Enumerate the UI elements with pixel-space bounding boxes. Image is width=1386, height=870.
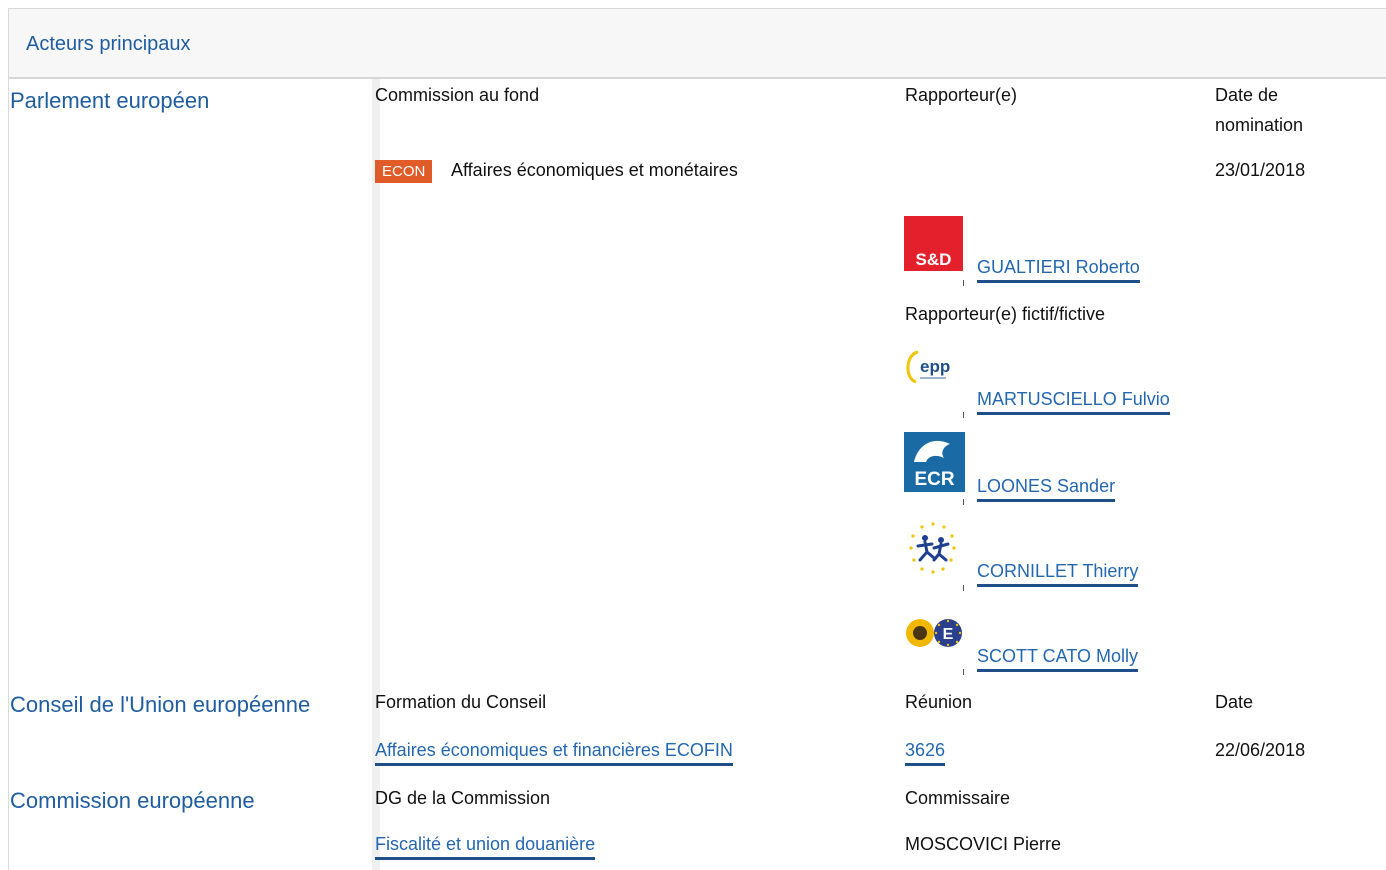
date-header-line2: nomination <box>1215 115 1304 135</box>
logo-marker <box>963 585 964 591</box>
council-date-header: Date <box>1215 692 1254 712</box>
shadow-rapporteur-link-2[interactable]: LOONES Sander <box>977 476 1116 502</box>
council-formation-header: Formation du Conseil <box>375 692 547 712</box>
epp-logo-icon: epp <box>906 350 950 384</box>
greens-logo-icon: E <box>906 619 962 647</box>
shadow-rapporteur-link-1[interactable]: MARTUSCIELLO Fulvio <box>977 389 1170 415</box>
council-date: 22/06/2018 <box>1215 740 1306 760</box>
committee-name: Affaires économiques et monétaires <box>451 160 738 180</box>
committee-header: Commission au fond <box>375 85 540 105</box>
ecr-group-logo: ECR <box>904 432 965 492</box>
epp-group-logo: epp <box>904 348 966 398</box>
section-header: Acteurs principaux <box>9 9 1386 79</box>
nomination-date: 23/01/2018 <box>1215 160 1306 180</box>
logo-marker <box>963 280 964 286</box>
svg-text:S&D: S&D <box>916 250 952 269</box>
shadow-rapporteur-link-3[interactable]: CORNILLET Thierry <box>977 561 1139 587</box>
svg-text:epp: epp <box>920 357 950 376</box>
logo-marker <box>963 412 964 418</box>
rapporteur-link[interactable]: GUALTIERI Roberto <box>977 257 1140 283</box>
logo-marker <box>963 669 964 675</box>
svg-text:E: E <box>943 626 954 643</box>
commissioner-name: MOSCOVICI Pierre <box>905 834 1062 854</box>
logo-marker <box>963 499 964 505</box>
sd-group-logo: S&D <box>904 216 963 271</box>
institution-commission: Commission européenne <box>10 788 255 813</box>
council-meeting-link[interactable]: 3626 <box>905 740 946 766</box>
commission-dg-link[interactable]: Fiscalité et union douanière <box>375 834 596 860</box>
institution-council: Conseil de l'Union européenne <box>10 692 311 717</box>
alde-group-logo <box>904 518 962 578</box>
council-meeting-header: Réunion <box>905 692 973 712</box>
commission-dg-header: DG de la Commission <box>375 788 551 808</box>
committee-badge: ECON <box>375 160 433 183</box>
council-formation-link[interactable]: Affaires économiques et financières ECOF… <box>375 740 733 766</box>
date-header-line1: Date de <box>1215 85 1279 105</box>
svg-text:ECR: ECR <box>914 469 954 490</box>
ecr-logo-icon: ECR <box>914 440 955 490</box>
alde-logo-icon <box>909 522 956 574</box>
shadow-rapporteur-label: Rapporteur(e) fictif/fictive <box>905 304 1106 324</box>
shadow-rapporteur-link-4[interactable]: SCOTT CATO Molly <box>977 646 1139 672</box>
greens-group-logo: E <box>904 615 966 651</box>
section-title: Acteurs principaux <box>26 33 191 55</box>
commissioner-header: Commissaire <box>905 788 1011 808</box>
institution-parliament: Parlement européen <box>10 88 210 113</box>
rapporteur-header: Rapporteur(e) <box>905 85 1018 105</box>
sd-logo-icon: S&D <box>916 250 952 269</box>
